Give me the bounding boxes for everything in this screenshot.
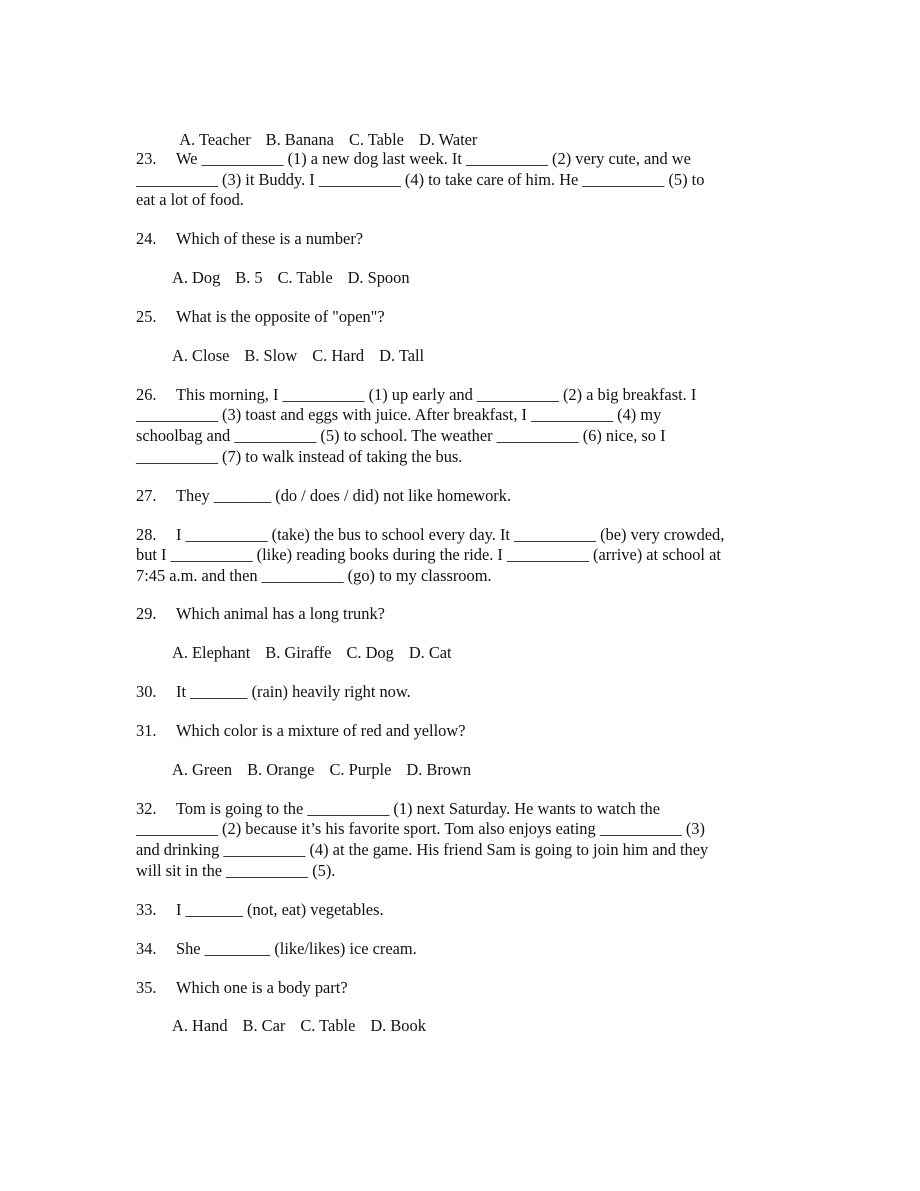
question-27: 27. They _______ (do / does / did) not li…	[136, 486, 511, 506]
question-text: They _______ (do / does / did) not like …	[176, 486, 512, 505]
question-number: 32.	[136, 799, 157, 818]
question-text: I __________ (take) the bus to school ev…	[176, 525, 725, 544]
question-text: We __________ (1) a new dog last week. I…	[176, 149, 691, 168]
question-33: 33. I _______ (not, eat) vegetables.	[136, 900, 384, 920]
option: B. Car	[242, 1016, 286, 1035]
question-24-options: A. Dog B. 5 C. Table D. Spoon	[172, 268, 410, 288]
question-23-line-3: eat a lot of food.	[136, 190, 244, 209]
question-number: 34.	[136, 939, 157, 958]
q22-options: A. Teacher B. Banana C. Table D. Water	[172, 110, 477, 150]
option: C. Dog	[346, 643, 394, 662]
option: B. 5	[235, 268, 263, 287]
option: C. Table	[348, 130, 404, 149]
question-26: 26. This morning, I __________ (1) up ear…	[136, 385, 696, 405]
question-29-options: A. Elephant B. Giraffe C. Dog D. Cat	[172, 643, 452, 663]
option: C. Table	[300, 1016, 356, 1035]
question-text: Which color is a mixture of red and yell…	[176, 721, 466, 740]
option: C. Hard	[312, 346, 365, 365]
option: A. Elephant	[172, 643, 251, 662]
question-26-line-4: __________ (7) to walk instead of taking…	[136, 447, 463, 466]
option: C. Table	[277, 268, 333, 287]
question-text: It _______ (rain) heavily right now.	[176, 682, 411, 701]
question-number: 31.	[136, 721, 157, 740]
question-text: Which one is a body part?	[176, 978, 348, 997]
question-text: Tom is going to the __________ (1) next …	[176, 799, 660, 818]
question-26-line-2: __________ (3) toast and eggs with juice…	[136, 405, 662, 424]
option: D. Spoon	[347, 268, 410, 287]
question-32-line-2: __________ (2) because it’s his favorite…	[136, 819, 705, 838]
question-number: 24.	[136, 229, 157, 248]
option: A. Hand	[172, 1016, 228, 1035]
option: D. Book	[370, 1016, 426, 1035]
question-25: 25. What is the opposite of "open"?	[136, 307, 385, 327]
question-number: 23.	[136, 149, 157, 168]
question-text: I _______ (not, eat) vegetables.	[176, 900, 384, 919]
question-25-options: A. Close B. Slow C. Hard D. Tall	[172, 346, 424, 366]
question-number: 25.	[136, 307, 157, 326]
question-text: What is the opposite of "open"?	[176, 307, 385, 326]
question-35: 35. Which one is a body part?	[136, 978, 348, 998]
question-29: 29. Which animal has a long trunk?	[136, 604, 385, 624]
question-32-line-4: will sit in the __________ (5).	[136, 861, 336, 880]
option: A. Close	[172, 346, 230, 365]
option: A. Dog	[172, 268, 221, 287]
question-35-options: A. Hand B. Car C. Table D. Book	[172, 1016, 426, 1036]
question-text: Which animal has a long trunk?	[176, 604, 385, 623]
option: D. Brown	[406, 760, 472, 779]
question-text: Which of these is a number?	[176, 229, 364, 248]
option: B. Giraffe	[265, 643, 332, 662]
question-28: 28. I __________ (take) the bus to school…	[136, 525, 724, 545]
question-number: 29.	[136, 604, 157, 623]
question-text: This morning, I __________ (1) up early …	[176, 385, 697, 404]
option: C. Purple	[329, 760, 392, 779]
option: A. Teacher	[179, 130, 251, 149]
question-text: She ________ (like/likes) ice cream.	[176, 939, 417, 958]
question-31: 31. Which color is a mixture of red and y…	[136, 721, 465, 741]
option: B. Orange	[247, 760, 315, 779]
option: A. Green	[172, 760, 233, 779]
option: B. Banana	[265, 130, 334, 149]
question-34: 34. She ________ (like/likes) ice cream.	[136, 939, 417, 959]
question-32-line-3: and drinking __________ (4) at the game.…	[136, 840, 709, 859]
question-26-line-3: schoolbag and __________ (5) to school. …	[136, 426, 666, 445]
question-31-options: A. Green B. Orange C. Purple D. Brown	[172, 760, 471, 780]
question-28-line-3: 7:45 a.m. and then __________ (go) to my…	[136, 566, 492, 585]
option: D. Cat	[408, 643, 452, 662]
question-30: 30. It _______ (rain) heavily right now.	[136, 682, 411, 702]
question-number: 30.	[136, 682, 157, 701]
option: B. Slow	[244, 346, 298, 365]
option: D. Water	[418, 130, 478, 149]
question-number: 26.	[136, 385, 157, 404]
option: D. Tall	[379, 346, 425, 365]
question-number: 27.	[136, 486, 157, 505]
question-number: 28.	[136, 525, 157, 544]
question-24: 24. Which of these is a number?	[136, 229, 363, 249]
question-number: 33.	[136, 900, 157, 919]
question-23: 23. We __________ (1) a new dog last week…	[136, 149, 691, 169]
question-23-line-2: __________ (3) it Buddy. I __________ (4…	[136, 170, 705, 189]
question-32: 32. Tom is going to the __________ (1) ne…	[136, 799, 660, 819]
question-number: 35.	[136, 978, 157, 997]
question-28-line-2: but I __________ (like) reading books du…	[136, 545, 721, 564]
